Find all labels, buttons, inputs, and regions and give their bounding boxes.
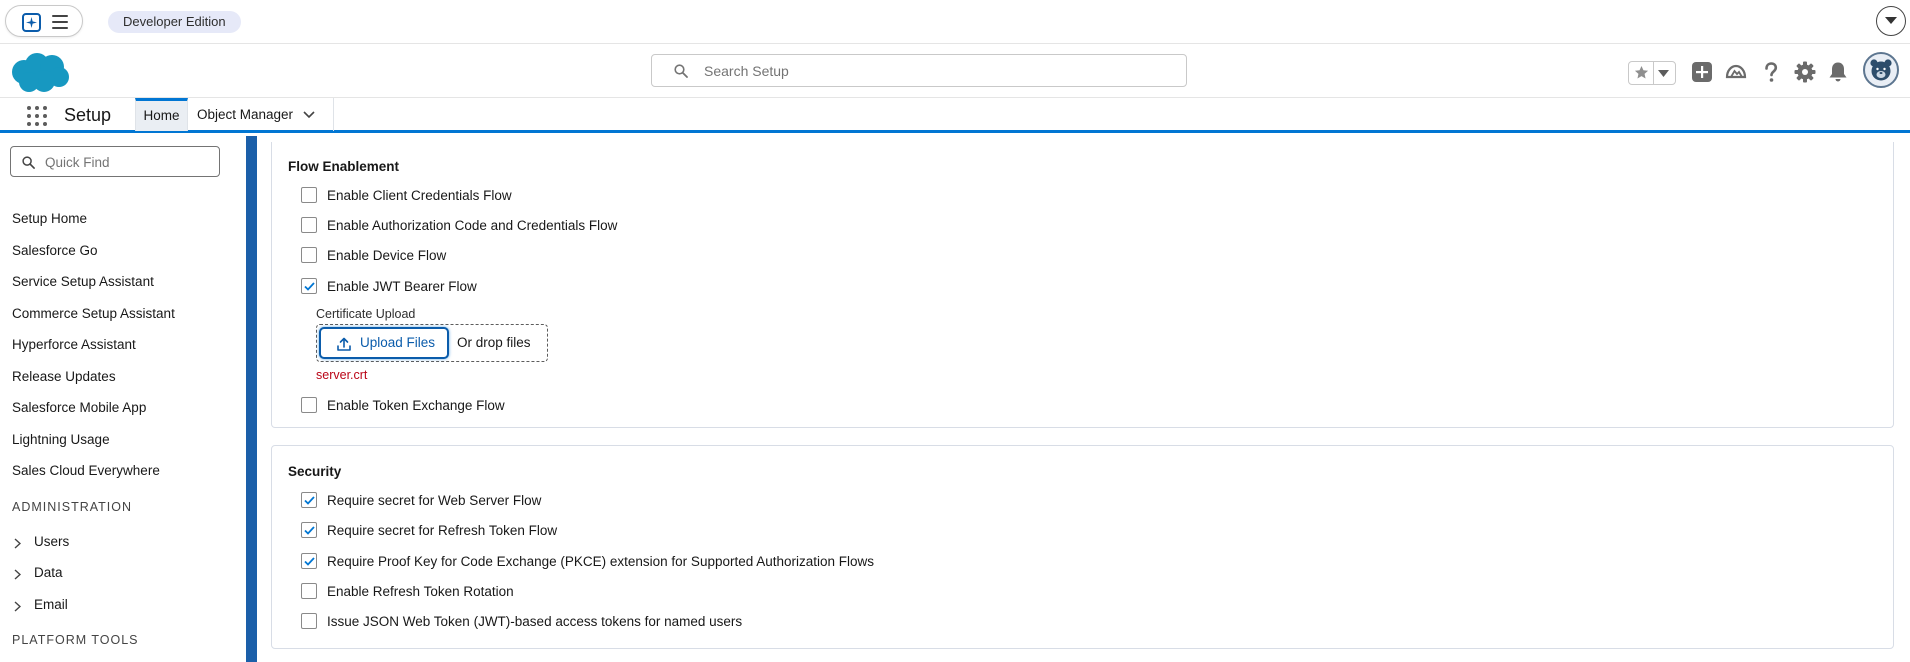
upload-button-label: Upload Files: [360, 335, 436, 350]
checkbox[interactable]: [301, 613, 317, 629]
app-launcher-pill[interactable]: [5, 5, 83, 37]
search-icon: [674, 64, 688, 78]
salesforce-cloud-logo[interactable]: [10, 52, 70, 94]
checkbox[interactable]: [301, 397, 317, 413]
edition-badge: Developer Edition: [108, 11, 241, 33]
sidebar-item-salesforce-mobile-app[interactable]: Salesforce Mobile App: [12, 400, 146, 416]
checkbox[interactable]: [301, 553, 317, 569]
sidebar-item-release-updates[interactable]: Release Updates: [12, 369, 116, 385]
sidebar-item-sales-cloud-everywhere[interactable]: Sales Cloud Everywhere: [12, 463, 160, 479]
agentforce-icon[interactable]: [22, 13, 41, 32]
setup-sidebar: Setup Home Salesforce Go Service Setup A…: [0, 136, 246, 662]
sidebar-item-lightning-usage[interactable]: Lightning Usage: [12, 432, 110, 448]
user-avatar[interactable]: [1863, 52, 1899, 88]
favorite-star-icon[interactable]: [1634, 65, 1649, 80]
app-launcher-waffle-icon[interactable]: [27, 106, 47, 126]
sidebar-item-label: Email: [34, 597, 68, 612]
search-input[interactable]: [702, 59, 1172, 83]
file-drop-zone[interactable]: Upload Files Or drop files: [316, 324, 548, 362]
checkbox[interactable]: [301, 278, 317, 294]
option-label: Require Proof Key for Code Exchange (PKC…: [327, 554, 875, 569]
trailhead-icon[interactable]: [1724, 60, 1748, 84]
chevron-right-icon[interactable]: [14, 538, 21, 549]
option-label: Enable Authorization Code and Credential…: [327, 218, 618, 233]
favorites-dropdown-icon[interactable]: [1658, 70, 1669, 77]
chevron-down-icon[interactable]: [1876, 6, 1906, 36]
checkbox[interactable]: [301, 492, 317, 508]
section-title: Flow Enablement: [288, 159, 400, 174]
utility-bar: Developer Edition: [0, 0, 1910, 44]
option-label: Enable Refresh Token Rotation: [327, 584, 514, 599]
flow-enablement-section: Flow Enablement Enable Client Credential…: [271, 142, 1894, 428]
security-section: Security Require secret for Web Server F…: [271, 445, 1894, 649]
section-title: Security: [288, 464, 342, 479]
drop-files-text: Or drop files: [457, 335, 531, 350]
sidebar-item-label: Data: [34, 565, 63, 580]
search-icon: [22, 156, 35, 169]
checkbox[interactable]: [301, 247, 317, 263]
option-label: Issue JSON Web Token (JWT)-based access …: [327, 614, 743, 629]
quick-find[interactable]: [10, 146, 220, 177]
quick-find-input[interactable]: [43, 152, 213, 172]
global-actions-add-icon[interactable]: [1690, 60, 1714, 84]
divider: [1653, 62, 1654, 84]
platform-tools-heading: PLATFORM TOOLS: [12, 633, 139, 647]
sidebar-item-setup-home[interactable]: Setup Home: [12, 211, 87, 227]
sidebar-item-commerce-setup-assistant[interactable]: Commerce Setup Assistant: [12, 306, 175, 322]
sidebar-item-salesforce-go[interactable]: Salesforce Go: [12, 243, 98, 259]
help-icon[interactable]: [1759, 60, 1783, 84]
certificate-upload-label: Certificate Upload: [316, 307, 416, 321]
option-label: Require secret for Web Server Flow: [327, 493, 542, 508]
checkbox[interactable]: [301, 522, 317, 538]
checkmark-icon: [304, 282, 315, 291]
global-header: [0, 44, 1910, 97]
option-label: Enable Device Flow: [327, 248, 447, 263]
tab-home[interactable]: Home: [135, 98, 188, 131]
menu-icon[interactable]: [52, 15, 68, 29]
sidebar-item-hyperforce-assistant[interactable]: Hyperforce Assistant: [12, 337, 136, 353]
upload-files-button[interactable]: Upload Files: [319, 327, 449, 359]
checkmark-icon: [304, 496, 315, 505]
app-title: Setup: [64, 105, 112, 125]
sidebar-item-label: Users: [34, 534, 70, 549]
option-label: Enable Client Credentials Flow: [327, 188, 512, 203]
administration-heading: ADMINISTRATION: [12, 500, 133, 514]
uploaded-file-name: server.crt: [316, 368, 368, 382]
tab-object-manager[interactable]: Object Manager: [189, 98, 334, 131]
favorites-button-group: [1628, 61, 1676, 85]
checkbox[interactable]: [301, 583, 317, 599]
setup-search[interactable]: [651, 54, 1187, 87]
chevron-right-icon[interactable]: [14, 601, 21, 612]
notifications-bell-icon[interactable]: [1826, 60, 1850, 84]
chevron-right-icon[interactable]: [14, 569, 21, 580]
sidebar-item-service-setup-assistant[interactable]: Service Setup Assistant: [12, 274, 154, 290]
option-label: Require secret for Refresh Token Flow: [327, 523, 558, 538]
checkmark-icon: [304, 557, 315, 566]
context-bar: Setup Home Object Manager: [0, 97, 1910, 133]
option-label: Enable JWT Bearer Flow: [327, 279, 477, 294]
option-label: Enable Token Exchange Flow: [327, 398, 505, 413]
setup-gear-icon[interactable]: [1793, 60, 1817, 84]
checkbox[interactable]: [301, 217, 317, 233]
checkbox[interactable]: [301, 187, 317, 203]
upload-icon: [337, 337, 351, 351]
tab-object-manager-label: Object Manager: [197, 107, 294, 122]
checkmark-icon: [304, 526, 315, 535]
chevron-down-icon[interactable]: [303, 111, 315, 119]
